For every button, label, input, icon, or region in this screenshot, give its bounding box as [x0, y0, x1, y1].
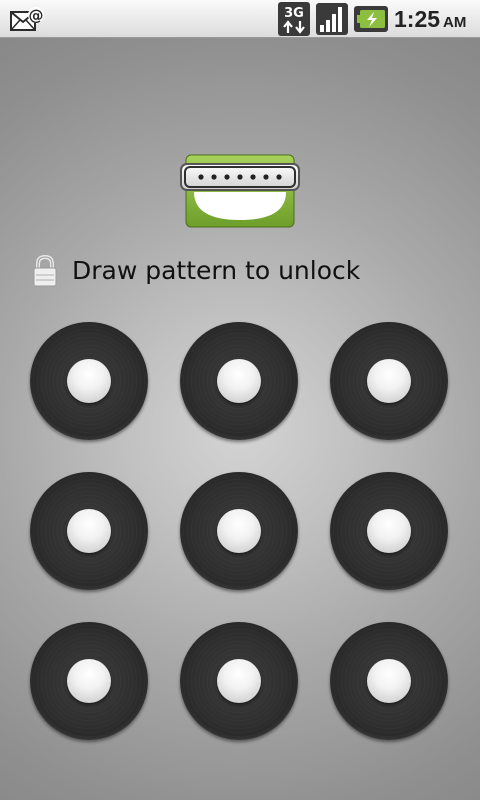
dot-center	[367, 509, 411, 553]
pattern-dot-7[interactable]	[30, 622, 148, 740]
pattern-lock-icon	[180, 154, 300, 228]
pattern-dot-3[interactable]	[330, 322, 448, 440]
clock-ampm: AM	[443, 14, 467, 31]
status-bar[interactable]: @ 3G 1:25 AM	[0, 0, 480, 38]
dot-center	[67, 659, 111, 703]
3g-data-icon: 3G	[278, 2, 310, 36]
dot-center	[67, 359, 111, 403]
instruction-row: Draw pattern to unlock	[32, 252, 452, 292]
padlock-icon	[33, 255, 57, 287]
status-clock: 1:25 AM	[394, 5, 478, 33]
svg-text:@: @	[29, 7, 44, 25]
pattern-dot-8[interactable]	[180, 622, 298, 740]
dot-center	[67, 509, 111, 553]
pattern-dot-9[interactable]	[330, 622, 448, 740]
battery-charging-icon	[354, 6, 388, 32]
pattern-grid[interactable]	[30, 322, 450, 742]
email-notification-icon: @	[10, 7, 44, 31]
pattern-dot-4[interactable]	[30, 472, 148, 590]
dot-center	[217, 359, 261, 403]
svg-text:3G: 3G	[284, 6, 304, 21]
clock-time: 1:25	[394, 6, 441, 32]
dot-center	[367, 659, 411, 703]
pattern-dot-6[interactable]	[330, 472, 448, 590]
dot-center	[217, 659, 261, 703]
pattern-dot-2[interactable]	[180, 322, 298, 440]
dot-center	[367, 359, 411, 403]
dot-center	[217, 509, 261, 553]
pattern-dot-1[interactable]	[30, 322, 148, 440]
unlock-instruction: Draw pattern to unlock	[72, 256, 361, 285]
signal-strength-icon	[316, 3, 348, 35]
pattern-dot-5[interactable]	[180, 472, 298, 590]
